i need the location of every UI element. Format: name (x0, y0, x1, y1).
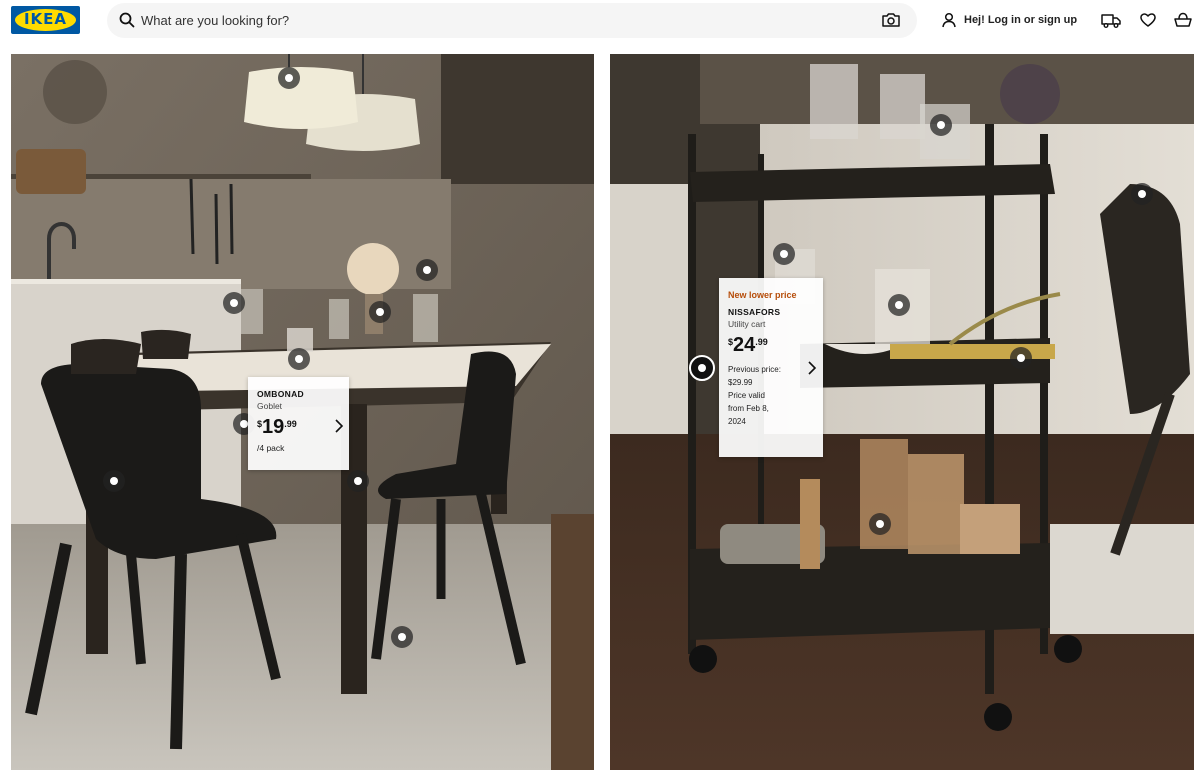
hotspot-pendant-lamp[interactable] (278, 67, 300, 89)
product-description: Goblet (257, 401, 283, 411)
hotspot-vase[interactable] (416, 259, 438, 281)
price-valid-line-1: Price valid (728, 391, 765, 400)
logo-text: IKEA (23, 10, 68, 28)
hotspot-tumbler[interactable] (773, 243, 795, 265)
hotspot-utility-cart[interactable] (689, 355, 715, 381)
login-link[interactable]: Hej! Log in or sign up (940, 9, 1077, 31)
product-price: $ 19 .99 (257, 417, 304, 437)
chevron-right-icon[interactable] (334, 419, 344, 433)
truck-icon[interactable] (1100, 10, 1122, 30)
site-header: IKEA Hej! Log in or sign up (0, 0, 1200, 50)
price-decimal: .99 (755, 337, 768, 347)
hotspot-chair[interactable] (103, 470, 125, 492)
hotspot-table[interactable] (347, 470, 369, 492)
utility-cart-image (610, 54, 1194, 770)
hotspot-glasses[interactable] (288, 348, 310, 370)
chevron-right-icon[interactable] (807, 361, 817, 375)
user-icon (942, 12, 956, 28)
camera-icon[interactable] (881, 11, 901, 29)
search-icon[interactable] (118, 11, 136, 29)
price-integer: 19 (262, 416, 285, 438)
product-description: Utility cart (728, 319, 766, 329)
hotspot-bottle[interactable] (869, 513, 891, 535)
ikea-logo[interactable]: IKEA (11, 6, 80, 34)
previous-price-label: Previous price: (728, 365, 781, 374)
hotspot-flowers[interactable] (369, 301, 391, 323)
hotspot-candle-holder[interactable] (223, 292, 245, 314)
product-name: OMBONAD (257, 389, 304, 399)
product-price: $ 24 .99 (728, 335, 808, 355)
previous-price-value: $29.99 (728, 378, 753, 387)
hotspot-wine-glass[interactable] (930, 114, 952, 136)
hotspot-tray[interactable] (1010, 347, 1032, 369)
hotspot-carafe[interactable] (888, 294, 910, 316)
price-valid-line-2: from Feb 8, (728, 404, 769, 413)
new-lower-price-badge: New lower price (728, 290, 797, 300)
dining-room-scene[interactable]: OMBONAD Goblet $ 19 .99 /4 pack (11, 54, 594, 770)
product-card-ombonad[interactable]: OMBONAD Goblet $ 19 .99 /4 pack (248, 377, 349, 470)
price-decimal: .99 (284, 419, 297, 429)
heart-icon[interactable] (1137, 10, 1159, 30)
hotspot-chair[interactable] (1131, 183, 1153, 205)
product-card-nissafors[interactable]: New lower price NISSAFORS Utility cart $… (719, 278, 823, 457)
price-integer: 24 (733, 334, 756, 356)
price-valid-line-3: 2024 (728, 417, 746, 426)
login-label: Hej! Log in or sign up (964, 14, 1078, 26)
product-name: NISSAFORS (728, 307, 781, 317)
utility-cart-scene[interactable]: New lower price NISSAFORS Utility cart $… (610, 54, 1194, 770)
search-bar[interactable] (107, 3, 917, 38)
hotspot-rug[interactable] (391, 626, 413, 648)
product-pack-size: /4 pack (257, 443, 285, 453)
search-input[interactable] (141, 3, 841, 38)
shopping-bag-icon[interactable] (1172, 10, 1194, 30)
